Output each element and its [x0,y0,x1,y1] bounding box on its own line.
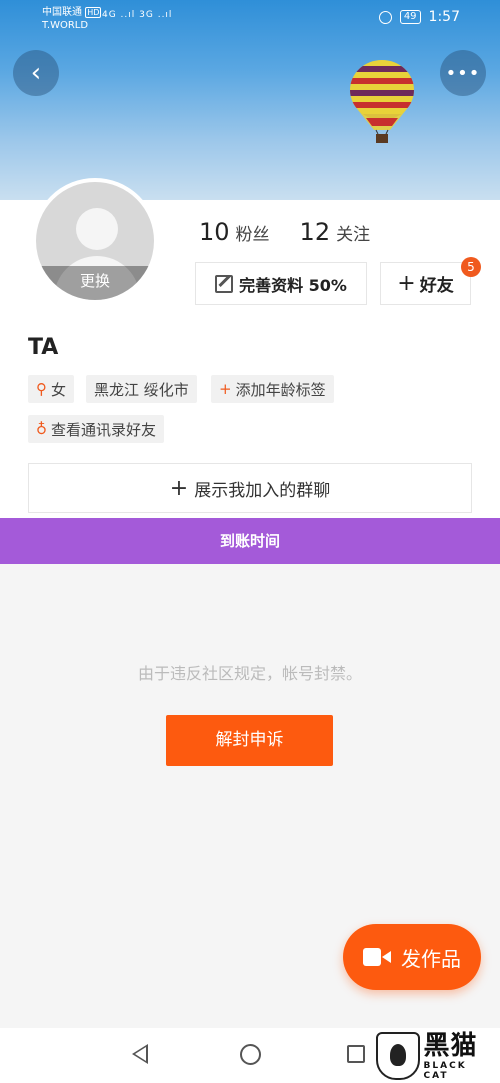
publish-label: 发作品 [401,946,461,971]
black-cat-logo-icon [376,1032,420,1080]
contacts-tag[interactable]: ♁ 查看通讯录好友 [28,415,165,443]
following-label: 关注 [336,225,371,245]
avatar-change-label[interactable]: 更换 [36,266,154,300]
alarm-icon [378,10,392,24]
watermark-cn: 黑猫 [423,1031,478,1061]
chevron-left-icon: ‹ [30,58,42,88]
contacts-label: 查看通讯录好友 [51,420,157,439]
plus-icon: + [397,271,416,296]
nav-recent-icon[interactable] [347,1045,365,1063]
more-button[interactable]: ••• [440,50,486,96]
appeal-button[interactable]: 解封申诉 [166,715,333,766]
publish-button[interactable]: 发作品 [343,924,481,990]
avatar[interactable]: 更换 [32,178,158,304]
battery-icon: 49 [399,10,421,24]
hot-air-balloon-image [350,60,414,143]
watermark-en: BLACK CAT [423,1061,467,1081]
watermark: 黑猫 BLACK CAT [376,1030,496,1082]
location-label: 黑龙江 绥化市 [94,380,189,399]
more-dots-icon: ••• [445,62,481,84]
add-age-tag[interactable]: + 添加年龄标签 [211,375,334,403]
plus-icon: + [169,475,189,501]
profile-name: TA [28,335,59,360]
female-icon: ⚲ [36,380,47,398]
profile-banner: 中国联通 HD T.WORLD 4G ..ıl 3G ..ıl 49 1:57 … [0,0,500,200]
fans-stat[interactable]: 10 粉丝 [199,218,270,246]
status-bar: 中国联通 HD T.WORLD 4G ..ıl 3G ..ıl 49 1:57 [0,0,500,40]
ban-message: 由于违反社区规定，帐号封禁。 [137,664,362,683]
carrier-info: 中国联通 HD T.WORLD [42,6,102,32]
back-button[interactable]: ‹ [13,50,59,96]
profile-stats: 10 粉丝 12 关注 [199,218,370,246]
video-camera-icon [363,946,391,968]
location-tag[interactable]: 黑龙江 绥化市 [86,375,197,403]
nav-home-icon[interactable] [240,1044,261,1065]
signal-icons: 4G ..ıl 3G ..ıl [102,10,173,20]
fans-count: 10 [199,218,230,246]
add-friend-button[interactable]: + 好友 [380,262,471,305]
following-stat[interactable]: 12 关注 [300,218,371,246]
following-count: 12 [299,218,331,246]
hd-badge: HD [85,7,102,18]
carrier-sub: T.WORLD [42,20,89,31]
avatar-head-shape [76,208,118,250]
status-right: 49 1:57 [378,9,460,25]
clock: 1:57 [428,9,460,25]
complete-profile-button[interactable]: 完善资料 50% [195,262,367,305]
nav-back-icon[interactable] [132,1044,148,1064]
add-age-label: 添加年龄标签 [235,380,326,399]
fans-label: 粉丝 [235,225,270,245]
show-groups-label: 展示我加入的群聊 [194,480,331,501]
carrier-name: 中国联通 [42,7,82,18]
complete-profile-label: 完善资料 50% [239,275,347,295]
show-groups-button[interactable]: + 展示我加入的群聊 [28,463,472,513]
contacts-icon: ♁ [36,420,47,438]
add-friend-label: 好友 [419,276,454,296]
friend-count-badge: 5 [461,257,481,277]
edit-icon [215,274,234,293]
gender-label: 女 [51,380,67,399]
arrival-time-banner[interactable]: 到账时间 [0,518,500,564]
gender-tag[interactable]: ⚲ 女 [28,375,75,403]
plus-icon: + [219,380,232,398]
